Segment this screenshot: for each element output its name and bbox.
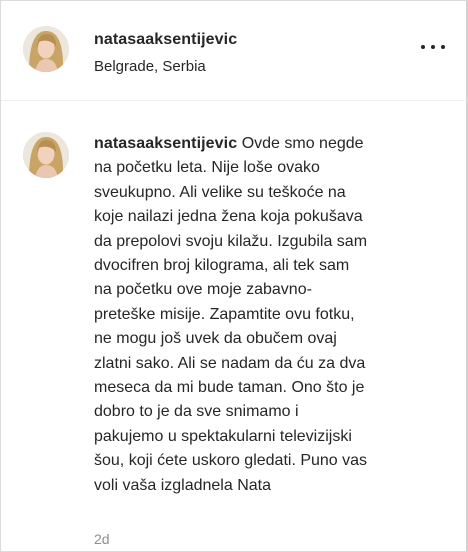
post-header: natasaaksentijevic Belgrade, Serbia <box>1 1 467 101</box>
post-username[interactable]: natasaaksentijevic <box>94 31 237 49</box>
post-panel: natasaaksentijevic Belgrade, Serbia nata… <box>0 0 468 552</box>
avatar[interactable] <box>23 132 69 178</box>
avatar-photo <box>23 26 69 72</box>
caption-text: natasaaksentijevic Ovde smo negde na poč… <box>94 132 446 498</box>
caption-line: da prepolovi svoju kilažu. Izgubila sam <box>94 232 368 250</box>
avatar[interactable] <box>23 26 69 72</box>
caption-line: dvocifren broj kilograma, ali tek sam <box>94 257 350 275</box>
comment-timestamp[interactable]: 2d <box>94 531 110 547</box>
caption-line: dobro to je da sve snimamo i <box>94 403 299 421</box>
caption-line: sveukupno. Ali velike su teškoće na <box>94 183 346 201</box>
caption-line: zlatni sako. Ali se nadam da ću za dva <box>94 354 366 372</box>
caption-line: koje nailazi jedna žena koja pokušava <box>94 208 363 226</box>
caption-line: Ovde smo negde <box>241 135 364 152</box>
post-location[interactable]: Belgrade, Serbia <box>94 58 206 75</box>
caption-line: na početku leta. Nije loše ovako <box>94 159 320 177</box>
caption-line: pakujemo u spektakularni televizijski <box>94 427 352 445</box>
more-options-icon[interactable] <box>421 43 445 51</box>
caption-line: šou, koji ćete uskoro gledati. Puno vas <box>94 452 368 470</box>
avatar-photo <box>23 132 69 178</box>
caption-line: na početku ove moje zabavno- <box>94 281 312 299</box>
caption-line: meseca da mi bude taman. Ono što je <box>94 379 365 397</box>
caption-line: preteške misije. Zapamtite ovu fotku, <box>94 305 355 323</box>
caption-line: ne mogu još uvek da obučem ovaj <box>94 330 337 348</box>
comment-username[interactable]: natasaaksentijevic <box>94 135 237 152</box>
caption-line: voli vaša izgladnela Nata <box>94 476 271 494</box>
